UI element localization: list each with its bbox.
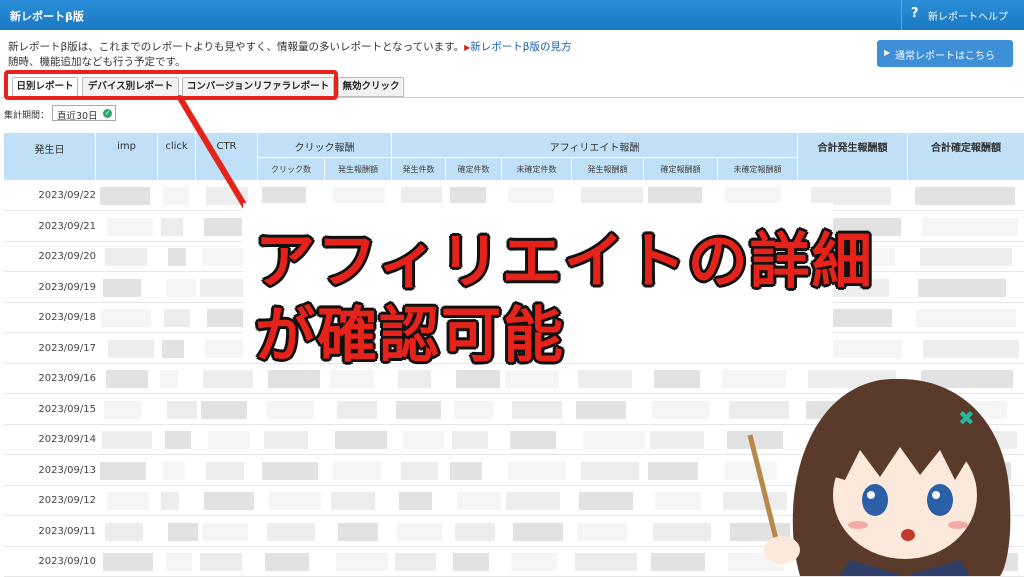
annotation-callout: アフィリエイトの詳細 が確認可能 xyxy=(243,203,872,371)
svg-text:✖: ✖ xyxy=(958,406,975,430)
annotation-line2: が確認可能 xyxy=(255,301,565,371)
mascot-illustration: ✖ xyxy=(747,378,1011,576)
